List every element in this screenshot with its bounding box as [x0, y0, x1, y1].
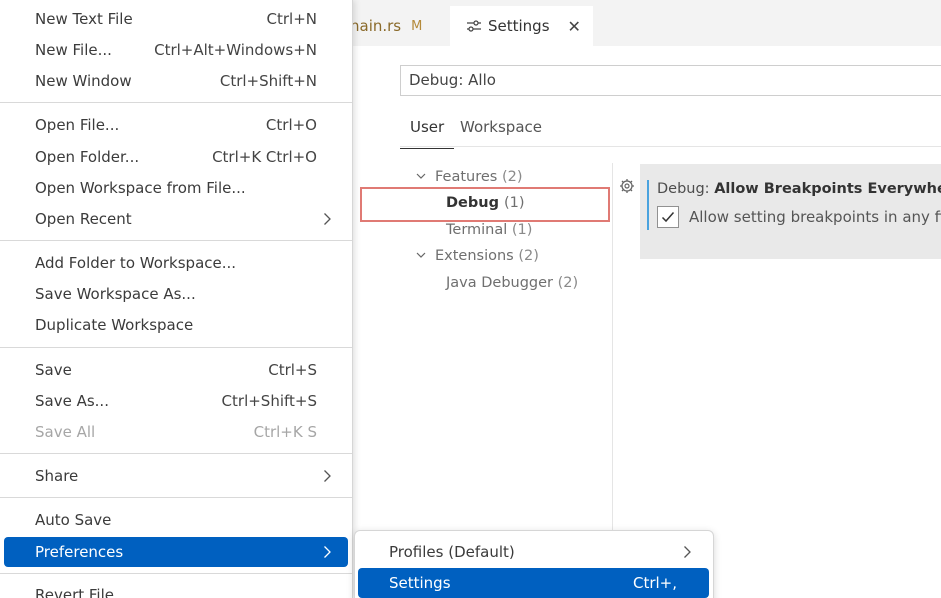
- setting-focus-indicator: [647, 180, 649, 230]
- menu-separator: [0, 102, 352, 103]
- toc-label: Java Debugger: [446, 275, 554, 291]
- toc-divider: [612, 163, 613, 533]
- menu-item-shortcut: Ctrl+Shift+S: [221, 392, 317, 410]
- menu-item-profiles[interactable]: Profiles (Default): [358, 537, 709, 567]
- menu-item-label: New Window: [35, 72, 132, 90]
- menu-separator: [0, 453, 352, 454]
- menu-item-shortcut: Ctrl+Alt+Windows+N: [154, 41, 317, 59]
- menu-item-new-window[interactable]: New Window Ctrl+Shift+N: [4, 67, 348, 95]
- menu-item-new-file[interactable]: New File... Ctrl+Alt+Windows+N: [4, 36, 348, 64]
- menu-item-label: Add Folder to Workspace...: [35, 254, 237, 272]
- settings-search-input[interactable]: Debug: Allo: [400, 65, 941, 96]
- menu-item-save-all: Save All Ctrl+K S: [4, 418, 348, 446]
- tab-label: nain.rs: [350, 17, 402, 35]
- setting-title: Debug: Allow Breakpoints Everywhere: [657, 181, 941, 197]
- setting-description: Allow setting breakpoints in any file.: [689, 208, 941, 226]
- tab-user[interactable]: User: [399, 118, 455, 149]
- menu-item-shortcut: Ctrl+,: [632, 574, 677, 592]
- menu-item-label: Settings: [389, 574, 451, 592]
- menu-item-shortcut: Ctrl+S: [268, 361, 317, 379]
- menu-separator: [0, 573, 352, 574]
- chevron-down-icon: [416, 252, 426, 258]
- menu-item-label: Open Folder...: [35, 148, 140, 166]
- menu-item-settings[interactable]: Settings Ctrl+,: [358, 568, 709, 598]
- chevron-right-icon: [324, 546, 331, 558]
- menu-item-label: Save All: [35, 423, 96, 441]
- toc-count: (1): [511, 222, 533, 238]
- allow-breakpoints-checkbox[interactable]: [657, 206, 679, 228]
- toc-item-features[interactable]: Features (2): [416, 169, 523, 185]
- toc-label: Extensions: [435, 248, 514, 264]
- tab-workspace[interactable]: Workspace: [460, 118, 542, 136]
- modified-badge: M: [411, 18, 423, 34]
- menu-item-label: Duplicate Workspace: [35, 316, 194, 334]
- menu-separator: [0, 347, 352, 348]
- tab-settings[interactable]: Settings ✕: [450, 6, 593, 46]
- setting-category: Debug:: [657, 181, 715, 197]
- menu-item-open-recent[interactable]: Open Recent: [4, 205, 348, 233]
- menu-item-open-folder[interactable]: Open Folder... Ctrl+K Ctrl+O: [4, 143, 348, 171]
- chevron-right-icon: [324, 213, 331, 225]
- chevron-right-icon: [684, 546, 691, 558]
- menu-item-shortcut: Ctrl+K S: [253, 423, 317, 441]
- settings-scope-tabs: User Workspace: [399, 112, 941, 149]
- menu-item-label: Save As...: [35, 392, 109, 410]
- toc-item-java-debugger[interactable]: Java Debugger (2): [446, 275, 578, 291]
- gear-icon[interactable]: [619, 178, 635, 194]
- toc-count: (2): [557, 275, 579, 291]
- menu-item-save-as[interactable]: Save As... Ctrl+Shift+S: [4, 387, 348, 415]
- chevron-right-icon: [324, 470, 331, 482]
- menu-item-shortcut: Ctrl+N: [266, 10, 317, 28]
- menu-item-label: Preferences: [35, 543, 124, 561]
- toc-item-terminal[interactable]: Terminal (1): [446, 222, 532, 238]
- setting-name: Allow Breakpoints Everywhere: [714, 181, 941, 197]
- toc-label: Terminal: [446, 222, 508, 238]
- menu-separator: [0, 497, 352, 498]
- settings-sliders-icon: [467, 20, 481, 32]
- close-icon[interactable]: ✕: [568, 17, 581, 36]
- menu-item-label: New File...: [35, 41, 112, 59]
- menu-item-label: Profiles (Default): [389, 543, 515, 561]
- menu-item-label: Open Recent: [35, 210, 132, 228]
- menu-item-label: New Text File: [35, 10, 133, 28]
- menu-item-duplicate-workspace[interactable]: Duplicate Workspace: [4, 311, 348, 339]
- menu-item-label: Save: [35, 361, 72, 379]
- menu-item-auto-save[interactable]: Auto Save: [4, 506, 348, 534]
- menu-item-label: Open File...: [35, 116, 120, 134]
- file-menu: New Text File Ctrl+N New File... Ctrl+Al…: [0, 0, 353, 598]
- preferences-submenu: Profiles (Default) Settings Ctrl+,: [354, 530, 714, 598]
- menu-item-save[interactable]: Save Ctrl+S: [4, 356, 348, 384]
- menu-item-revert-file[interactable]: Revert File: [4, 581, 348, 598]
- toc-count: (2): [518, 248, 539, 264]
- menu-item-open-file[interactable]: Open File... Ctrl+O: [4, 111, 348, 139]
- menu-item-label: Save Workspace As...: [35, 285, 196, 303]
- annotation-highlight-box: [360, 187, 610, 222]
- toc-item-extensions[interactable]: Extensions (2): [416, 248, 539, 264]
- menu-item-shortcut: Ctrl+O: [265, 116, 317, 134]
- menu-item-shortcut: Ctrl+K Ctrl+O: [212, 148, 317, 166]
- tab-label: Settings: [488, 17, 550, 35]
- menu-item-shortcut: Ctrl+Shift+N: [219, 72, 317, 90]
- toc-count: (2): [501, 169, 523, 185]
- chevron-down-icon: [416, 173, 426, 179]
- menu-item-share[interactable]: Share: [4, 462, 348, 490]
- menu-item-label: Share: [35, 467, 79, 485]
- menu-separator: [0, 240, 352, 241]
- menu-item-save-workspace-as[interactable]: Save Workspace As...: [4, 280, 348, 308]
- menu-item-label: Revert File: [35, 586, 114, 598]
- menu-item-new-text-file[interactable]: New Text File Ctrl+N: [4, 5, 348, 33]
- menu-item-label: Open Workspace from File...: [35, 179, 246, 197]
- menu-item-add-folder-to-workspace[interactable]: Add Folder to Workspace...: [4, 249, 348, 277]
- menu-item-preferences[interactable]: Preferences: [4, 537, 348, 567]
- tab-main-rs[interactable]: nain.rs M: [340, 6, 450, 46]
- checkmark-icon: [661, 212, 675, 223]
- menu-item-open-workspace-from-file[interactable]: Open Workspace from File...: [4, 174, 348, 202]
- toc-label: Features: [435, 169, 498, 185]
- menu-item-label: Auto Save: [35, 511, 112, 529]
